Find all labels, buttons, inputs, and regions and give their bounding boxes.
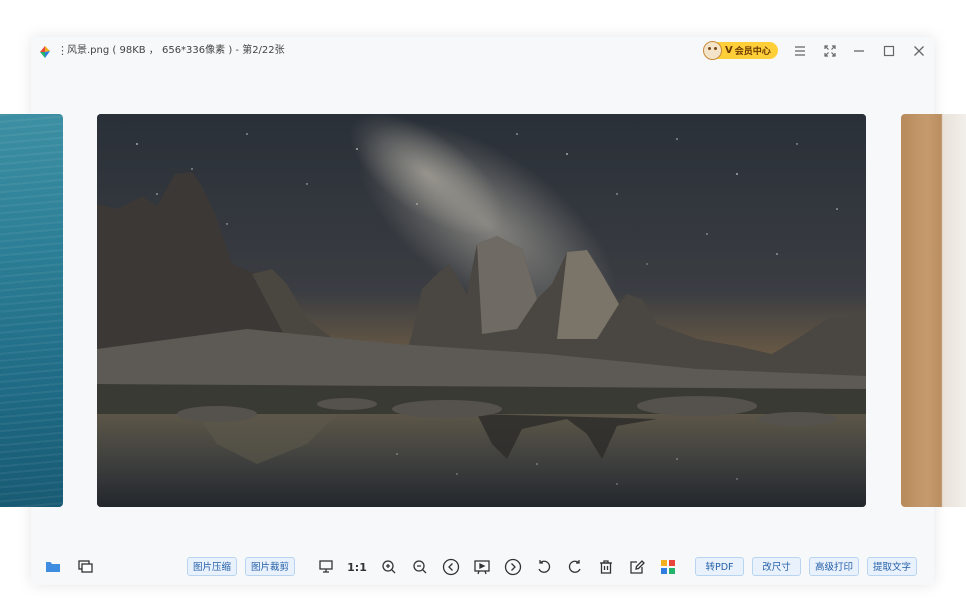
current-image	[97, 114, 866, 507]
next-icon[interactable]	[503, 557, 523, 577]
to-pdf-button[interactable]: 转PDF	[695, 557, 744, 576]
app-logo-icon	[38, 44, 52, 58]
slideshow-icon[interactable]	[472, 557, 492, 577]
vip-center-label: 会员中心	[734, 47, 771, 57]
zoom-in-icon[interactable]	[379, 557, 399, 577]
advanced-print-button[interactable]: 高级打印	[809, 557, 859, 576]
rotate-left-icon[interactable]	[534, 557, 554, 577]
vip-avatar-icon	[703, 41, 722, 60]
resize-button[interactable]: 改尺寸	[752, 557, 801, 576]
fullscreen-icon[interactable]	[820, 41, 840, 61]
prev-icon[interactable]	[441, 557, 461, 577]
compress-button[interactable]: 图片压缩	[187, 557, 237, 576]
title-bar: ⋮ 风景.png ( 98KB ， 656*336像素 ) - 第2/22张 V…	[31, 37, 934, 65]
folder-icon[interactable]	[43, 557, 63, 577]
actual-size-icon[interactable]: 1:1	[347, 557, 367, 577]
apps-icon[interactable]	[658, 557, 678, 577]
previous-image-thumbnail[interactable]	[0, 114, 63, 507]
maximize-icon[interactable]	[879, 41, 899, 61]
vip-center-button[interactable]: V 会员中心	[703, 41, 778, 60]
zoom-out-icon[interactable]	[410, 557, 430, 577]
minimize-icon[interactable]	[849, 41, 869, 61]
next-image-thumbnail[interactable]	[901, 114, 966, 507]
delete-icon[interactable]	[596, 557, 616, 577]
menu-icon[interactable]	[790, 41, 810, 61]
close-icon[interactable]	[909, 41, 929, 61]
vip-v-label: V	[725, 45, 733, 56]
crop-button[interactable]: 图片裁剪	[245, 557, 295, 576]
extract-text-button[interactable]: 提取文字	[867, 557, 917, 576]
rotate-right-icon[interactable]	[565, 557, 585, 577]
monitor-icon[interactable]	[316, 557, 336, 577]
edit-icon[interactable]	[627, 557, 647, 577]
window-title: 风景.png ( 98KB ， 656*336像素 ) - 第2/22张	[67, 45, 285, 56]
bottom-toolbar: 图片压缩 图片裁剪 1:1 转PDF 改尺寸 高级打印 提取文字	[31, 554, 934, 580]
copy-images-icon[interactable]	[76, 557, 96, 577]
